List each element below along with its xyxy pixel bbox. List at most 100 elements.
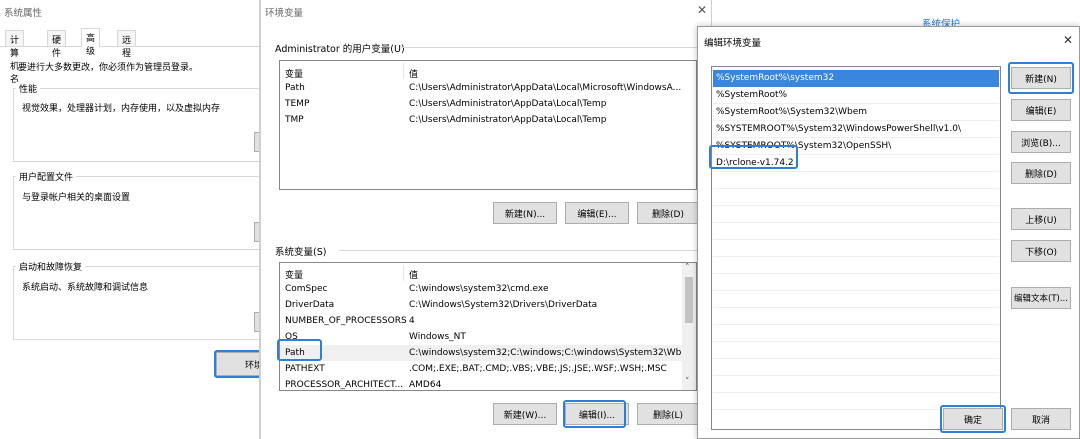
table-row[interactable]: OS Windows_NT [280,329,696,345]
list-item[interactable]: %SystemRoot%\system32 [713,70,999,87]
variable-value: C:\Users\Administrator\AppData\Local\Tem… [409,115,607,125]
table-row[interactable]: NUMBER_OF_PROCESSORS 4 [280,313,696,329]
user-variables-label: Administrator 的用户变量(U) [275,44,405,55]
system-properties-title: 系统属性 [4,8,43,19]
user-new-button[interactable]: 新建(N)... [493,202,557,224]
list-item[interactable] [713,189,999,206]
variable-name: OS [285,332,298,342]
edit-env-title: 编辑环境变量 [704,38,762,49]
user-delete-button[interactable]: 删除(D) [637,202,699,224]
variable-name: TMP [285,115,304,125]
system-table-scrollbar[interactable]: ˄ ˅ [682,263,696,390]
ok-button[interactable]: 确定 [943,408,1003,430]
list-item[interactable] [713,359,999,376]
variable-value: Windows_NT [409,332,466,342]
list-item[interactable]: %SYSTEMROOT%\System32\OpenSSH\ [713,138,999,155]
startup-label: 启动和故障恢复 [16,260,86,273]
list-item[interactable] [713,257,999,274]
table-row[interactable]: TEMP C:\Users\Administrator\AppData\Loca… [280,96,696,112]
cancel-button[interactable]: 取消 [1011,408,1071,430]
edit-text-button[interactable]: 编辑文本(T)... [1011,287,1071,309]
system-variables-table[interactable]: 变量 值 ComSpec C:\windows\system32\cmd.exe… [279,262,697,391]
system-edit-button[interactable]: 编辑(I)... [565,403,629,425]
new-button[interactable]: 新建(N) [1011,67,1071,89]
path-entries-list[interactable]: %SystemRoot%\system32 %SystemRoot% %Syst… [711,66,1001,430]
list-item[interactable] [713,342,999,359]
variable-value: 4 [409,316,415,326]
table-row[interactable]: PATHEXT .COM;.EXE;.BAT;.CMD;.VBS;.VBE;.J… [280,361,696,377]
variable-value: C:\Windows\System32\Drivers\DriverData [409,300,598,310]
list-item-new-entry[interactable]: D:\rclone-v1.74.2 [713,155,999,172]
variable-value: C:\Users\Administrator\AppData\Local\Tem… [409,99,607,109]
tab-hardware[interactable]: 硬件 [47,30,67,59]
delete-button[interactable]: 删除(D) [1011,162,1071,184]
tab-advanced[interactable]: 高级 [81,28,101,57]
close-icon[interactable]: ✕ [1063,33,1073,47]
variable-name: TEMP [285,99,310,109]
variable-name: Path [285,83,305,93]
scroll-down-icon[interactable]: ˅ [685,377,690,387]
system-delete-button[interactable]: 删除(L) [637,403,699,425]
variable-name: Path [285,348,305,358]
list-item[interactable] [713,172,999,189]
list-item[interactable] [713,376,999,393]
column-header-value[interactable]: 值 [409,67,418,80]
scroll-thumb[interactable] [685,277,693,323]
variable-value: C:\Users\Administrator\AppData\Local\Mic… [409,83,682,93]
profiles-group [13,176,259,250]
list-item[interactable] [713,325,999,342]
startup-desc: 系统启动、系统故障和调试信息 [22,283,149,293]
performance-label: 性能 [16,82,41,95]
list-item[interactable] [713,274,999,291]
variable-value: C:\windows\system32\cmd.exe [409,284,549,294]
environment-variables-title: 环境变量 [265,8,304,19]
list-item[interactable] [713,240,999,257]
table-row[interactable]: TMP C:\Users\Administrator\AppData\Local… [280,112,696,128]
list-item[interactable] [713,223,999,240]
system-variables-label: 系统变量(S) [275,247,327,258]
list-item[interactable] [713,308,999,325]
user-variables-table[interactable]: 变量 值 Path C:\Users\Administrator\AppData… [279,60,697,190]
system-properties-window: 系统属性 计算机名 硬件 高级 远程 要进行大多数更改，你必须作为管理员登录。 … [0,0,260,439]
list-item[interactable] [713,206,999,223]
table-row[interactable]: PROCESSOR_ARCHITECT... AMD64 [280,377,696,390]
variable-name: DriverData [285,300,335,310]
scroll-up-icon[interactable]: ˄ [685,263,690,273]
variable-value: C:\windows\system32;C:\windows;C:\window… [409,348,681,358]
move-up-button[interactable]: 上移(U) [1011,208,1071,230]
move-down-button[interactable]: 下移(O) [1011,240,1071,262]
performance-desc: 视觉效果，处理器计划，内存使用，以及虚拟内存 [22,104,221,114]
variable-name: PATHEXT [285,364,325,374]
column-header-variable[interactable]: 变量 [285,67,303,80]
close-icon[interactable]: ✕ [697,3,707,17]
table-header: 变量 值 [280,64,696,80]
table-row[interactable]: DriverData C:\Windows\System32\Drivers\D… [280,297,696,313]
list-item[interactable]: %SystemRoot%\System32\Wbem [713,104,999,121]
variable-name: PROCESSOR_ARCHITECT... [285,380,403,390]
variable-name: ComSpec [285,284,328,294]
admin-note: 要进行大多数更改，你必须作为管理员登录。 [18,63,199,73]
list-item[interactable]: %SYSTEMROOT%\System32\WindowsPowerShell\… [713,121,999,138]
table-row[interactable]: Path C:\Users\Administrator\AppData\Loca… [280,80,696,96]
performance-group [13,88,259,162]
edit-button[interactable]: 编辑(E) [1011,99,1071,121]
column-header-variable[interactable]: 变量 [285,268,303,281]
list-item[interactable] [713,291,999,308]
variable-value: .COM;.EXE;.BAT;.CMD;.VBS;.VBE;.JS;.JSE;.… [409,364,667,374]
environment-variables-button[interactable]: 环境 [216,352,259,376]
variable-value: AMD64 [409,380,442,390]
table-row-path-selected[interactable]: Path C:\windows\system32;C:\windows;C:\w… [280,345,696,361]
browse-button[interactable]: 浏览(B)... [1011,131,1071,153]
table-row[interactable]: ComSpec C:\windows\system32\cmd.exe [280,281,696,297]
startup-group [13,266,259,340]
user-edit-button[interactable]: 编辑(E)... [565,202,629,224]
list-item[interactable]: %SystemRoot% [713,87,999,104]
environment-variables-window: 环境变量 ✕ Administrator 的用户变量(U) 变量 值 Path … [260,0,712,439]
environment-variables-button-label: 环境 [244,360,259,371]
column-header-value[interactable]: 值 [409,268,418,281]
variable-name: NUMBER_OF_PROCESSORS [285,316,407,326]
tab-computer-name[interactable]: 计算机名 [5,30,25,85]
edit-environment-variable-window: 编辑环境变量 ✕ %SystemRoot%\system32 %SystemRo… [697,26,1080,439]
system-new-button[interactable]: 新建(W)... [493,403,557,425]
tab-remote[interactable]: 远程 [117,30,137,59]
